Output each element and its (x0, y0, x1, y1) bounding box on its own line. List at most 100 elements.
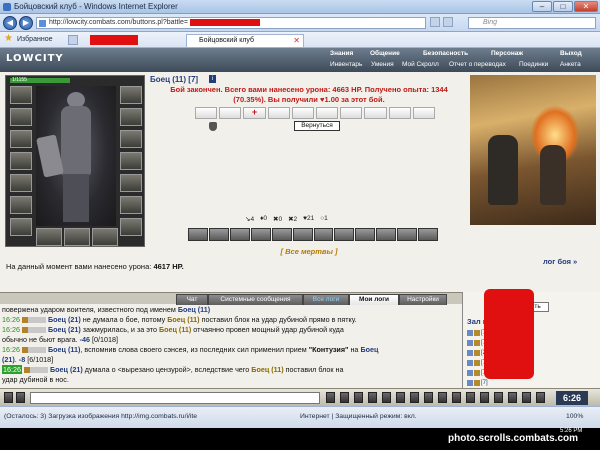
submenu-skills[interactable]: Умения (371, 61, 394, 68)
return-button[interactable]: Вернуться (294, 121, 340, 131)
chat-mode-icon[interactable] (4, 392, 13, 403)
toolbar-icon[interactable] (466, 392, 475, 403)
action-button[interactable] (271, 228, 292, 241)
minimize-button[interactable]: – (532, 1, 552, 12)
action-button[interactable] (397, 228, 418, 241)
chat-nickname[interactable]: Боец (21) (50, 365, 83, 374)
chat-time[interactable]: 16:26 (2, 315, 20, 324)
action-button[interactable] (355, 228, 376, 241)
toolbar-icon[interactable] (494, 392, 503, 403)
submenu-transfers[interactable]: Отчет о переводах (449, 61, 506, 68)
zoom-level[interactable]: 100% (566, 413, 583, 420)
equip-slot-armor[interactable] (10, 152, 32, 170)
player-entry[interactable]: [7] (467, 379, 507, 387)
equip-slot-extra-3[interactable] (92, 228, 118, 246)
action-button[interactable] (376, 228, 397, 241)
chat-time[interactable]: 16:26 (2, 345, 20, 354)
equip-slot-ring[interactable] (10, 196, 32, 214)
forward-button[interactable]: ▶ (19, 16, 33, 30)
action-button[interactable] (188, 228, 208, 241)
equip-slot-helmet[interactable] (10, 86, 32, 104)
tab-chat[interactable]: Чат (176, 294, 208, 305)
action-button[interactable] (313, 228, 334, 241)
tab-all-logs[interactable]: Все логи (303, 294, 349, 305)
toolbar-icon[interactable] (382, 392, 391, 403)
favorites-label[interactable]: Избранное (17, 36, 52, 43)
submenu-scroll[interactable]: Мой Скролл (402, 61, 439, 68)
action-button[interactable] (418, 228, 439, 241)
send-icon[interactable] (326, 392, 335, 403)
equip-slot-offhand[interactable] (120, 130, 142, 148)
maximize-button[interactable]: □ (553, 1, 573, 12)
action-button[interactable] (250, 228, 271, 241)
equip-slot-amulet[interactable] (10, 108, 32, 126)
toolbar-icon[interactable] (354, 392, 363, 403)
submenu-duels[interactable]: Поединки (519, 61, 548, 68)
chat-input[interactable] (30, 392, 320, 404)
chat-nickname[interactable]: Боец (11) (167, 315, 199, 324)
action-button[interactable] (334, 228, 355, 241)
close-button[interactable]: ✕ (574, 1, 598, 12)
redacted-tab[interactable] (90, 35, 138, 45)
toolbar-icon[interactable] (424, 392, 433, 403)
chat-nickname[interactable]: Боец (11) (178, 305, 210, 314)
tab-close-icon[interactable]: ✕ (293, 36, 300, 45)
toolbar-icon[interactable] (452, 392, 461, 403)
toolbar-icon[interactable] (396, 392, 405, 403)
toolbar-icon[interactable] (508, 392, 517, 403)
menu-character[interactable]: Персонаж (491, 50, 523, 57)
chat-nickname[interactable]: Боец (11) (48, 345, 80, 354)
chat-nickname[interactable]: Боец (360, 345, 378, 354)
info-icon[interactable]: i (209, 75, 216, 83)
equip-slot-weapon[interactable] (10, 130, 32, 148)
chat-filter-icon[interactable] (16, 392, 25, 403)
menu-knowledge[interactable]: Знания (330, 50, 353, 57)
submenu-inventory[interactable]: Инвентарь (330, 61, 362, 68)
equip-slot-extra-1[interactable] (36, 228, 62, 246)
equip-slot-shield[interactable] (120, 152, 142, 170)
menu-exit[interactable]: Выход (560, 50, 582, 57)
action-button[interactable] (292, 228, 313, 241)
toolbar-icon[interactable] (340, 392, 349, 403)
equip-slot-spell[interactable] (120, 218, 142, 236)
equip-slot-belt[interactable] (10, 174, 32, 192)
chat-nickname[interactable]: -46 (80, 335, 90, 344)
toolbar-icon[interactable] (536, 392, 545, 403)
chat-nickname[interactable]: Боец (21) (48, 315, 81, 324)
chat-nickname[interactable]: Боец (11) (251, 365, 283, 374)
menu-social[interactable]: Общение (370, 50, 400, 57)
battle-log-link[interactable]: лог боя » (543, 257, 577, 266)
action-button[interactable] (208, 228, 229, 241)
stop-icon[interactable] (443, 17, 453, 27)
back-button[interactable]: ◀ (3, 16, 17, 30)
chat-nickname[interactable]: Боец (11) (159, 325, 191, 334)
submenu-profile[interactable]: Анкета (560, 61, 581, 68)
equip-slot-gloves[interactable] (10, 218, 32, 236)
all-dead-link[interactable]: [ Все мертвы ] (150, 247, 468, 256)
search-input[interactable]: Bing (468, 17, 596, 29)
chat-time[interactable]: 16:26 (2, 365, 22, 374)
refresh-icon[interactable] (430, 17, 440, 27)
toolbar-icon[interactable] (410, 392, 419, 403)
action-button[interactable] (229, 228, 250, 241)
tab-my-logs[interactable]: Мои логи (349, 294, 399, 305)
chat-time[interactable]: 16:26 (2, 325, 20, 334)
toolbar-icon[interactable] (438, 392, 447, 403)
address-input[interactable]: http://lowcity.combats.com/buttons.pl?ba… (36, 17, 426, 29)
equip-slot-extra-2[interactable] (64, 228, 90, 246)
tab-settings[interactable]: Настройки (399, 294, 447, 305)
browser-tab-active[interactable]: Бойцовский клуб ✕ (186, 34, 304, 47)
equip-slot-bracer[interactable] (120, 108, 142, 126)
fighter-name[interactable]: Боец (11) [7] (150, 75, 198, 84)
toolbar-icon[interactable] (480, 392, 489, 403)
toolbar-icon[interactable] (368, 392, 377, 403)
equip-slot-boots[interactable] (120, 196, 142, 214)
menu-security[interactable]: Безопасность (423, 50, 468, 57)
chat-nickname[interactable]: Боец (21) (48, 325, 81, 334)
toolbar-icon[interactable] (522, 392, 531, 403)
equip-slot-earring[interactable] (120, 86, 142, 104)
favorites-star-icon[interactable]: ★ (4, 34, 13, 44)
chat-nickname[interactable]: (21) (2, 355, 15, 364)
tab-grid-icon[interactable] (68, 35, 78, 45)
equip-slot-pants[interactable] (120, 174, 142, 192)
